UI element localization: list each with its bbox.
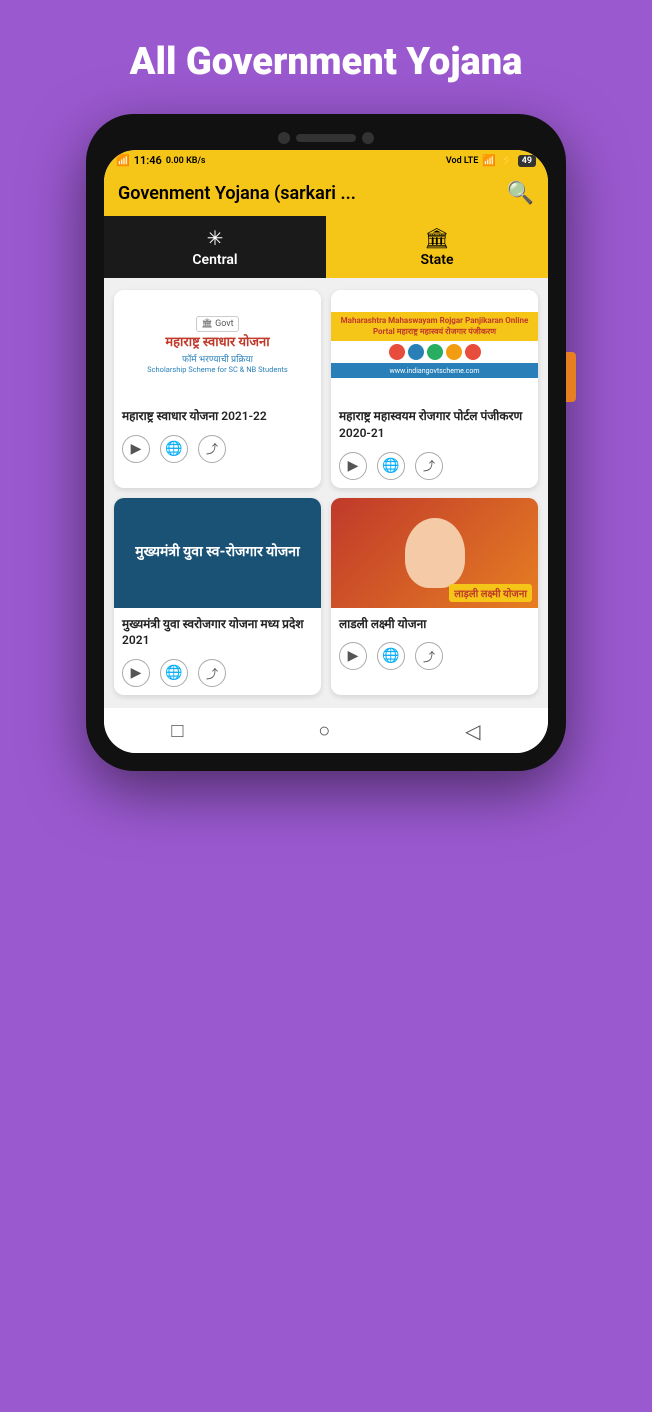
signal-icon: 📶	[116, 154, 130, 167]
front-camera	[278, 132, 290, 144]
search-button[interactable]: 🔍	[507, 181, 534, 206]
lightning-icon: ⚡	[500, 154, 514, 167]
card-4-play-btn[interactable]: ▶	[339, 642, 367, 670]
card-2-bottom-bar: www.indiangovtscheme.com	[331, 363, 538, 378]
state-tab-icon: 🏛	[424, 226, 449, 250]
lte-label: Vod LTE	[446, 156, 478, 166]
status-bar: 📶 11:46 0.00 KB/s Vod LTE 📶 ⚡ 49	[104, 150, 548, 171]
card-3: मुख्यमंत्री युवा स्व-रोजगार योजना मुख्यम…	[114, 498, 321, 696]
phone-notch	[104, 132, 548, 144]
card-2-share-btn[interactable]: ⤴	[415, 452, 443, 480]
wifi-icon: 📶	[482, 154, 496, 167]
laadli-label: लाड़ली लक्ष्मी योजना	[449, 584, 532, 602]
app-bar-title: Govenment Yojana (sarkari ...	[118, 183, 507, 204]
phone-speaker	[296, 134, 356, 142]
status-right: Vod LTE 📶 ⚡ 49	[446, 154, 536, 167]
data-speed: 0.00 KB/s	[166, 156, 206, 166]
cards-grid: 🏛 Govt महाराष्ट्र स्वाधार योजना फॉर्म भर…	[104, 278, 548, 707]
card-3-actions: ▶ 🌐 ⤴	[122, 655, 313, 689]
card-1-hindi-subtitle: फॉर्म भरण्याची प्रक्रिया	[182, 352, 253, 365]
card-1-content: महाराष्ट्र स्वाधार योजना 2021-22 ▶ 🌐 ⤴	[114, 400, 321, 471]
card-4-content: लाडली लक्ष्मी योजना ▶ 🌐 ⤴	[331, 608, 538, 679]
tab-central[interactable]: ✳ Central	[104, 216, 326, 278]
front-camera-2	[362, 132, 374, 144]
tab-state[interactable]: 🏛 State	[326, 216, 548, 278]
battery-level: 49	[518, 155, 536, 167]
phone-screen: 📶 11:46 0.00 KB/s Vod LTE 📶 ⚡ 49 Govenme…	[104, 150, 548, 753]
card-1: 🏛 Govt महाराष्ट्र स्वाधार योजना फॉर्म भर…	[114, 290, 321, 488]
card-3-globe-btn[interactable]: 🌐	[160, 659, 188, 687]
phone-frame: 📶 11:46 0.00 KB/s Vod LTE 📶 ⚡ 49 Govenme…	[86, 114, 566, 771]
card-4-bg: लाड़ली लक्ष्मी योजना	[331, 498, 538, 608]
card-1-actions: ▶ 🌐 ⤴	[122, 431, 313, 465]
card-4-image: लाड़ली लक्ष्मी योजना	[331, 498, 538, 608]
card-2-play-btn[interactable]: ▶	[339, 452, 367, 480]
card-2-website: www.indiangovtscheme.com	[390, 367, 480, 375]
card-2: Maharashtra Mahaswayam Rojgar Panjikaran…	[331, 290, 538, 488]
card-2-top-banner: Maharashtra Mahaswayam Rojgar Panjikaran…	[331, 312, 538, 341]
card-3-title: मुख्यमंत्री युवा स्वरोजगार योजना मध्य प्…	[122, 616, 313, 650]
card-4-actions: ▶ 🌐 ⤴	[339, 638, 530, 672]
card-3-share-btn[interactable]: ⤴	[198, 659, 226, 687]
bottom-navigation: □ ○ ◁	[104, 707, 548, 753]
card-3-mukhya-title: मुख्यमंत्री युवा स्व-रोजगार योजना	[129, 543, 305, 563]
status-left: 📶 11:46 0.00 KB/s	[116, 154, 206, 167]
card-2-top-text: Maharashtra Mahaswayam Rojgar Panjikaran…	[337, 316, 532, 337]
nav-back-btn[interactable]: ◁	[465, 719, 480, 743]
card-1-hindi-title: महाराष्ट्र स्वाधार योजना	[165, 335, 269, 352]
girl-illustration	[405, 518, 465, 588]
card-2-image: Maharashtra Mahaswayam Rojgar Panjikaran…	[331, 290, 538, 400]
card-2-content: महाराष्ट्र महास्वयम रोजगार पोर्टल पंजीकर…	[331, 400, 538, 488]
logo-3	[427, 344, 443, 360]
logo-2	[408, 344, 424, 360]
card-1-title: महाराष्ट्र स्वाधार योजना 2021-22	[122, 408, 313, 425]
card-3-content: मुख्यमंत्री युवा स्वरोजगार योजना मध्य प्…	[114, 608, 321, 696]
nav-square-btn[interactable]: □	[171, 718, 183, 743]
state-tab-label: State	[420, 252, 453, 268]
logo-5	[465, 344, 481, 360]
card-4: लाड़ली लक्ष्मी योजना लाडली लक्ष्मी योजना…	[331, 498, 538, 696]
card-4-share-btn[interactable]: ⤴	[415, 642, 443, 670]
card-2-actions: ▶ 🌐 ⤴	[339, 448, 530, 482]
central-tab-label: Central	[192, 252, 237, 268]
card-4-globe-btn[interactable]: 🌐	[377, 642, 405, 670]
card-3-play-btn[interactable]: ▶	[122, 659, 150, 687]
tab-bar: ✳ Central 🏛 State	[104, 216, 548, 278]
card-2-title: महाराष्ट्र महास्वयम रोजगार पोर्टल पंजीकर…	[339, 408, 530, 442]
card-3-image: मुख्यमंत्री युवा स्व-रोजगार योजना	[114, 498, 321, 608]
card-1-scholarship: Scholarship Scheme for SC & NB Students	[147, 365, 288, 374]
time-display: 11:46	[134, 154, 162, 167]
card-2-globe-btn[interactable]: 🌐	[377, 452, 405, 480]
logo-4	[446, 344, 462, 360]
card-1-share-btn[interactable]: ⤴	[198, 435, 226, 463]
side-decoration-right	[566, 352, 576, 402]
app-bar: Govenment Yojana (sarkari ... 🔍	[104, 171, 548, 216]
central-tab-icon: ✳	[207, 226, 224, 250]
card-4-title: लाडली लक्ष्मी योजना	[339, 616, 530, 633]
card-1-play-btn[interactable]: ▶	[122, 435, 150, 463]
logo-1	[389, 344, 405, 360]
govt-logo: 🏛 Govt	[196, 316, 238, 332]
page-title: All Government Yojana	[110, 40, 543, 84]
card-1-image: 🏛 Govt महाराष्ट्र स्वाधार योजना फॉर्म भर…	[114, 290, 321, 400]
card-2-logos	[386, 341, 484, 363]
nav-home-btn[interactable]: ○	[318, 718, 330, 743]
card-1-globe-btn[interactable]: 🌐	[160, 435, 188, 463]
